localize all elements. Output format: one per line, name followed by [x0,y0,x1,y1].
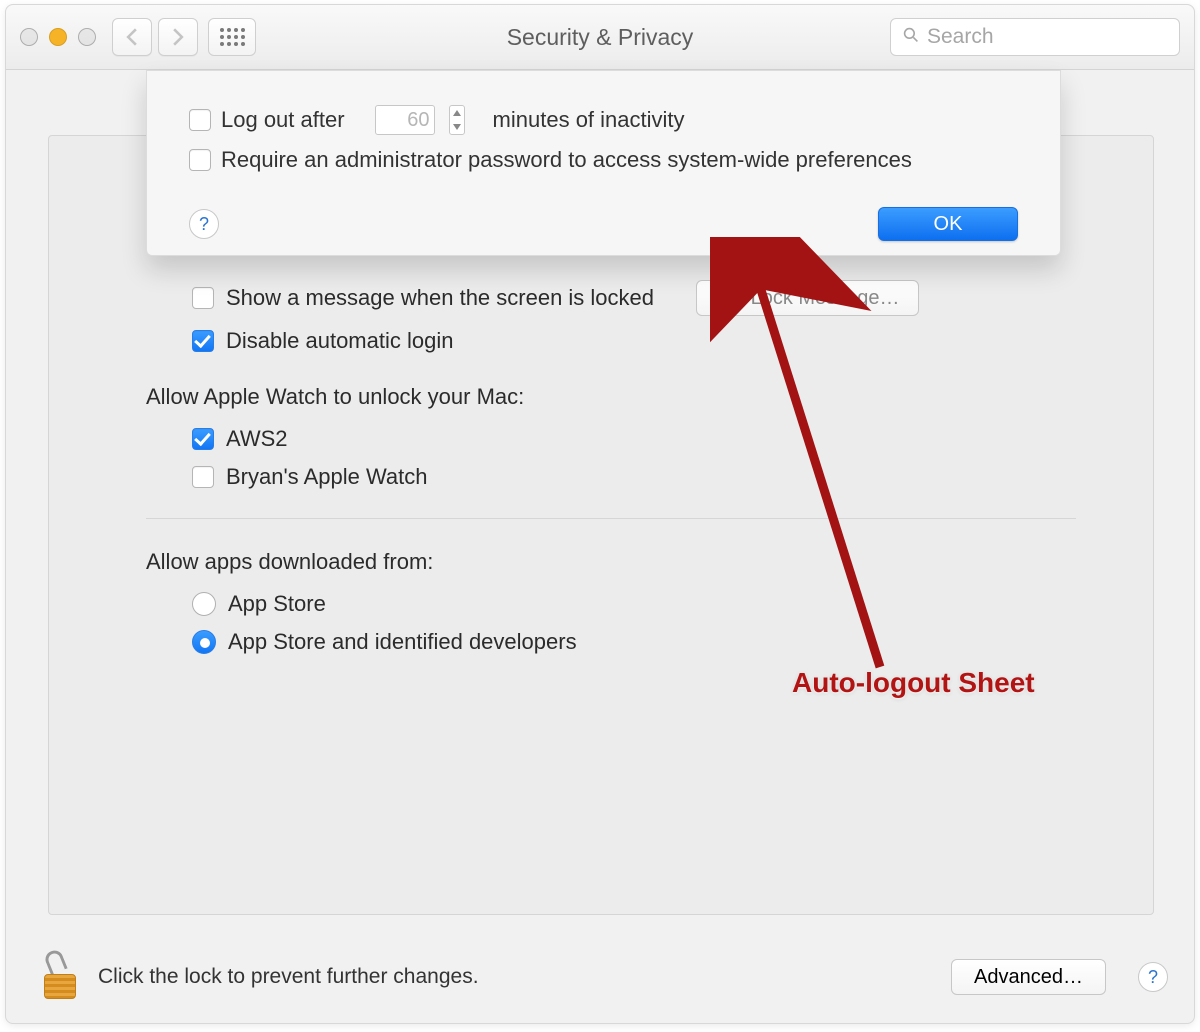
advanced-button[interactable]: Advanced… [951,959,1106,995]
watch-bryans-label: Bryan's Apple Watch [226,464,427,490]
footer: Click the lock to prevent further change… [44,955,1168,999]
show-lock-message-checkbox[interactable] [192,287,214,309]
zoom-icon[interactable] [78,28,96,46]
watch-bryans-checkbox[interactable] [192,466,214,488]
stepper-arrows[interactable] [449,105,465,135]
logout-suffix-label: minutes of inactivity [493,107,685,133]
footer-help-button[interactable]: ? [1138,962,1168,992]
back-button[interactable] [112,18,152,56]
lock-icon[interactable] [44,955,80,999]
lock-text: Click the lock to prevent further change… [98,965,479,989]
grid-icon [220,28,245,46]
logout-minutes-value: 60 [407,109,429,132]
logout-minutes-stepper[interactable]: 60 [375,105,435,135]
app-store-dev-label: App Store and identified developers [228,629,577,655]
apple-watch-heading: Allow Apple Watch to unlock your Mac: [146,384,1076,410]
annotation-label: Auto-logout Sheet [792,667,1035,699]
close-icon[interactable] [20,28,38,46]
search-placeholder: Search [927,25,994,49]
auto-logout-sheet: Log out after 60 minutes of inactivity R… [146,70,1061,256]
ok-button[interactable]: OK [878,207,1018,241]
general-tab-content: Show a message when the screen is locked… [146,280,1076,667]
chevron-right-icon [171,28,185,46]
window-controls [20,28,96,46]
show-all-button[interactable] [208,18,256,56]
logout-after-checkbox[interactable] [189,109,211,131]
minimize-icon[interactable] [49,28,67,46]
app-store-dev-radio[interactable] [192,630,216,654]
require-admin-label: Require an administrator password to acc… [221,147,912,173]
watch-aws2-label: AWS2 [226,426,288,452]
apps-heading: Allow apps downloaded from: [146,549,1076,575]
preferences-window: Security & Privacy Search Log out after … [5,4,1195,1024]
require-admin-checkbox[interactable] [189,149,211,171]
nav-group [112,18,198,56]
chevron-left-icon [125,28,139,46]
chevron-up-icon [450,106,464,120]
app-store-label: App Store [228,591,326,617]
set-lock-message-button[interactable]: Set Lock Message… [696,280,919,316]
disable-auto-login-checkbox[interactable] [192,330,214,352]
logout-prefix-label: Log out after [221,107,345,133]
search-icon [903,25,919,49]
disable-auto-login-label: Disable automatic login [226,328,453,354]
watch-aws2-checkbox[interactable] [192,428,214,450]
divider [146,518,1076,519]
search-input[interactable]: Search [890,18,1180,56]
app-store-radio[interactable] [192,592,216,616]
chevron-down-icon [450,120,464,134]
toolbar: Security & Privacy Search [6,5,1194,70]
sheet-help-button[interactable]: ? [189,209,219,239]
forward-button[interactable] [158,18,198,56]
show-lock-message-label: Show a message when the screen is locked [226,285,654,311]
